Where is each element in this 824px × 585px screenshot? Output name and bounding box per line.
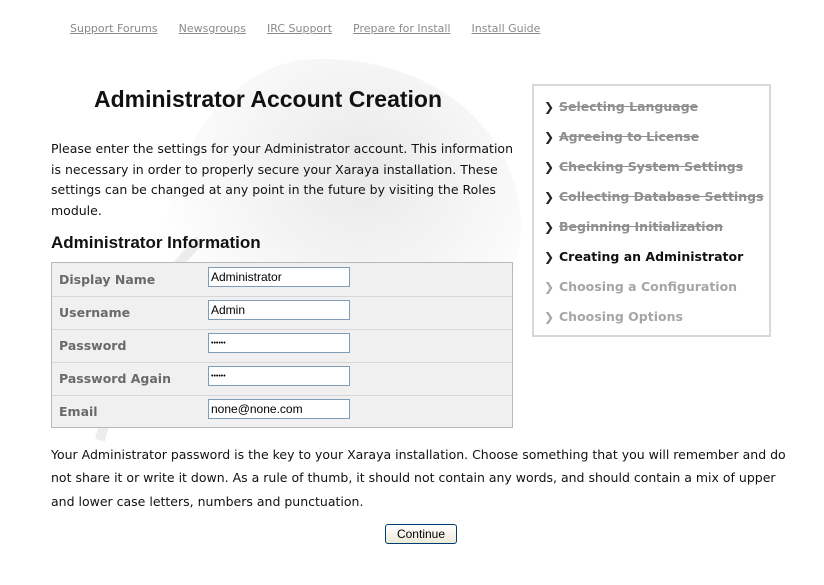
form-row-password-again: Password Again xyxy=(52,362,512,396)
chevron-right-icon: ❯ xyxy=(544,130,555,144)
step-checking-system-settings: ❯ Checking System Settings xyxy=(544,159,744,174)
step-creating-an-administrator: ❯ Creating an Administrator xyxy=(544,249,744,264)
form-row-password: Password xyxy=(52,329,512,363)
password-advice-text: Your Administrator password is the key t… xyxy=(51,447,786,509)
install-guide-link[interactable]: Install Guide xyxy=(472,22,541,35)
chevron-right-icon: ❯ xyxy=(544,310,555,324)
step-selecting-language: ❯ Selecting Language xyxy=(544,99,699,114)
display-name-label: Display Name xyxy=(59,272,156,287)
email-label: Email xyxy=(59,404,98,419)
section-heading: Administrator Information xyxy=(51,233,261,252)
form-row-display-name: Display Name xyxy=(52,263,512,297)
form-row-username: Username xyxy=(52,296,512,330)
password-input[interactable] xyxy=(208,333,350,353)
chevron-right-icon: ❯ xyxy=(544,250,555,264)
step-choosing-options: ❯ Choosing Options xyxy=(544,309,683,324)
password-label: Password xyxy=(59,338,127,353)
email-input[interactable] xyxy=(208,399,350,419)
chevron-right-icon: ❯ xyxy=(544,220,555,234)
install-steps-panel: ❯ Selecting Language ❯ Agreeing to License… xyxy=(532,84,771,337)
page-title: Administrator Account Creation xyxy=(94,86,443,112)
administrator-form: Display Name Username Password Password … xyxy=(51,262,513,428)
intro-text: Please enter the settings for your Admin… xyxy=(51,141,513,218)
prepare-for-install-link[interactable]: Prepare for Install xyxy=(353,22,451,35)
password-again-label: Password Again xyxy=(59,371,171,386)
irc-support-link[interactable]: IRC Support xyxy=(267,22,332,35)
chevron-right-icon: ❯ xyxy=(544,190,555,204)
step-agreeing-to-license: ❯ Agreeing to License xyxy=(544,129,700,144)
support-forums-link[interactable]: Support Forums xyxy=(70,22,158,35)
step-beginning-initialization: ❯ Beginning Initialization xyxy=(544,219,724,234)
chevron-right-icon: ❯ xyxy=(544,160,555,174)
step-choosing-a-configuration: ❯ Choosing a Configuration xyxy=(544,279,738,294)
display-name-input[interactable] xyxy=(208,267,350,287)
form-row-email: Email xyxy=(52,395,512,428)
chevron-right-icon: ❯ xyxy=(544,280,555,294)
username-input[interactable] xyxy=(208,300,350,320)
step-collecting-database-settings: ❯ Collecting Database Settings xyxy=(544,189,764,204)
chevron-right-icon: ❯ xyxy=(544,100,555,114)
newsgroups-link[interactable]: Newsgroups xyxy=(179,22,246,35)
top-nav: Support Forums Newsgroups IRC Support Prepa… xyxy=(70,22,561,35)
continue-button[interactable]: Continue xyxy=(385,524,457,544)
password-again-input[interactable] xyxy=(208,366,350,386)
username-label: Username xyxy=(59,305,131,320)
